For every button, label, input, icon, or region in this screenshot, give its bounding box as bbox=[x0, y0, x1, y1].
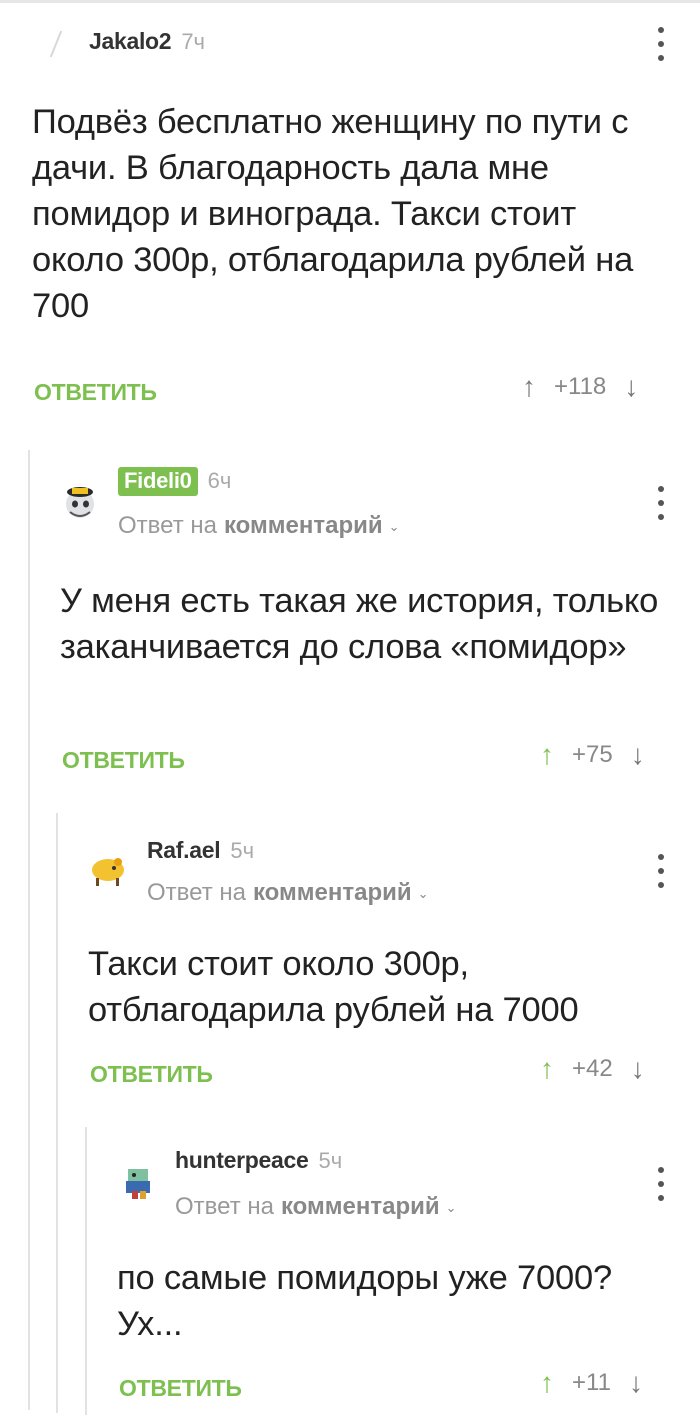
reply-to-link[interactable]: комментарий bbox=[224, 512, 383, 540]
reply-to: Ответ на комментарий ⌄ bbox=[118, 512, 400, 540]
comment-text: по самые помидоры уже 7000? Ух... bbox=[117, 1259, 612, 1343]
reply-button[interactable]: ОТВЕТИТЬ bbox=[34, 379, 157, 406]
reply-to: Ответ на комментарий ⌄ bbox=[175, 1193, 457, 1221]
arrow-down-icon[interactable]: ↓ bbox=[631, 1055, 645, 1083]
username[interactable]: Raf.ael bbox=[147, 837, 221, 864]
reply-button[interactable]: ОТВЕТИТЬ bbox=[90, 1061, 213, 1088]
comment-header: hunterpeace 5ч bbox=[175, 1147, 342, 1174]
comment-text: Такси стоит около 300р, отблагодарила ру… bbox=[88, 945, 579, 1029]
thread-line bbox=[85, 1127, 87, 1415]
more-vertical-icon[interactable] bbox=[656, 854, 666, 888]
score: +75 bbox=[572, 741, 613, 768]
reply-to-prefix: Ответ на bbox=[175, 1193, 274, 1220]
reply-to-link[interactable]: комментарий bbox=[253, 879, 412, 907]
arrow-down-icon[interactable]: ↓ bbox=[631, 741, 645, 769]
vote-controls: ↑ +42 ↓ bbox=[540, 1055, 645, 1083]
more-vertical-icon[interactable] bbox=[656, 27, 666, 61]
timestamp: 6ч bbox=[207, 468, 232, 493]
comment-header: Jakalo2 7ч bbox=[89, 28, 205, 55]
vote-controls: ↑ +11 ↓ bbox=[540, 1369, 643, 1397]
reply-to-link[interactable]: комментарий bbox=[281, 1193, 440, 1221]
comment: Jakalo2 7ч Подвёз бесплатно женщину по п… bbox=[0, 0, 700, 420]
arrow-up-icon[interactable]: ↑ bbox=[540, 741, 554, 769]
comment: hunterpeace 5ч Ответ на комментарий ⌄ по… bbox=[0, 1127, 700, 1415]
avatar[interactable] bbox=[118, 1163, 158, 1203]
timestamp: 5ч bbox=[318, 1148, 343, 1173]
comment-text: У меня есть такая же история, только зак… bbox=[60, 582, 659, 666]
username[interactable]: hunterpeace bbox=[175, 1147, 309, 1174]
avatar[interactable] bbox=[88, 850, 128, 890]
vote-controls: ↑ +75 ↓ bbox=[540, 741, 645, 769]
timestamp: 7ч bbox=[181, 29, 206, 54]
more-vertical-icon[interactable] bbox=[656, 486, 666, 520]
timestamp: 5ч bbox=[230, 838, 255, 863]
username[interactable]: Fideli0 bbox=[118, 467, 198, 496]
comment-text: Подвёз бесплатно женщину по пути с дачи.… bbox=[32, 103, 634, 325]
reply-to: Ответ на комментарий ⌄ bbox=[147, 879, 429, 907]
comment-header: Fideli0 6ч bbox=[118, 467, 231, 496]
reply-to-prefix: Ответ на bbox=[118, 512, 217, 539]
arrow-up-icon[interactable]: ↑ bbox=[540, 1369, 554, 1397]
vote-controls: ↑ +118 ↓ bbox=[522, 373, 638, 401]
score: +118 bbox=[554, 373, 607, 400]
chevron-down-icon[interactable]: ⌄ bbox=[389, 519, 400, 535]
reply-button[interactable]: ОТВЕТИТЬ bbox=[62, 747, 185, 774]
username[interactable]: Jakalo2 bbox=[89, 28, 172, 55]
arrow-down-icon[interactable]: ↓ bbox=[624, 373, 638, 401]
chevron-down-icon[interactable]: ⌄ bbox=[446, 1200, 457, 1216]
comment-header: Raf.ael 5ч bbox=[147, 837, 254, 864]
thread-line bbox=[49, 30, 63, 58]
score: +42 bbox=[572, 1055, 613, 1082]
more-vertical-icon[interactable] bbox=[656, 1167, 666, 1201]
reply-to-prefix: Ответ на bbox=[147, 879, 246, 906]
reply-button[interactable]: ОТВЕТИТЬ bbox=[119, 1375, 242, 1402]
arrow-down-icon[interactable]: ↓ bbox=[629, 1369, 643, 1397]
arrow-up-icon[interactable]: ↑ bbox=[540, 1055, 554, 1083]
arrow-up-icon[interactable]: ↑ bbox=[522, 373, 536, 401]
avatar[interactable] bbox=[60, 482, 100, 522]
chevron-down-icon[interactable]: ⌄ bbox=[418, 886, 429, 902]
score: +11 bbox=[572, 1369, 611, 1396]
